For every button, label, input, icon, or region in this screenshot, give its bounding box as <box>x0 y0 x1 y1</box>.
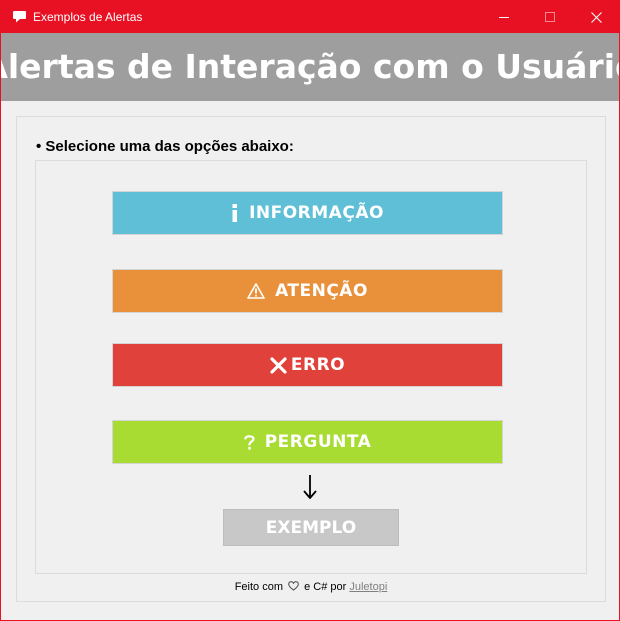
close-button[interactable] <box>573 1 619 33</box>
speech-bubble-icon <box>13 11 26 23</box>
question-button[interactable]: PERGUNTA <box>112 420 503 464</box>
information-label: INFORMAÇÃO <box>249 203 384 223</box>
arrow-down-icon <box>299 473 321 501</box>
question-icon <box>244 434 255 451</box>
author-link[interactable]: Juletopi <box>349 581 387 593</box>
minimize-button[interactable] <box>481 1 527 33</box>
error-label: ERRO <box>290 355 346 375</box>
info-icon <box>231 204 239 222</box>
information-button[interactable]: INFORMAÇÃO <box>112 191 503 235</box>
heart-icon <box>288 581 299 594</box>
close-icon <box>590 11 602 23</box>
app-window: Exemplos de Alertas Alertas de Interação… <box>0 0 620 621</box>
example-button[interactable]: EXEMPLO <box>223 509 399 546</box>
footer-credit: Feito com e C# por Juletopi <box>1 581 619 594</box>
error-x-icon <box>270 356 287 374</box>
page-title: Alertas de Interação com o Usuário <box>0 47 620 86</box>
error-button[interactable]: ERRO <box>112 343 503 387</box>
footer-prefix: Feito com <box>234 581 283 593</box>
maximize-icon <box>545 12 555 22</box>
warning-icon <box>247 283 265 299</box>
minimize-icon <box>499 17 509 18</box>
title-bar[interactable]: Exemplos de Alertas <box>1 1 619 33</box>
maximize-button[interactable] <box>527 1 573 33</box>
example-label: EXEMPLO <box>265 517 357 538</box>
question-label: PERGUNTA <box>264 432 372 452</box>
warning-button[interactable]: ATENÇÃO <box>112 269 503 313</box>
header-banner: Alertas de Interação com o Usuário <box>1 33 619 101</box>
window-title: Exemplos de Alertas <box>33 10 143 24</box>
footer-middle: e C# por <box>304 581 347 593</box>
warning-label: ATENÇÃO <box>275 281 368 301</box>
instruction-text: • Selecione uma das opções abaixo: <box>36 138 294 155</box>
